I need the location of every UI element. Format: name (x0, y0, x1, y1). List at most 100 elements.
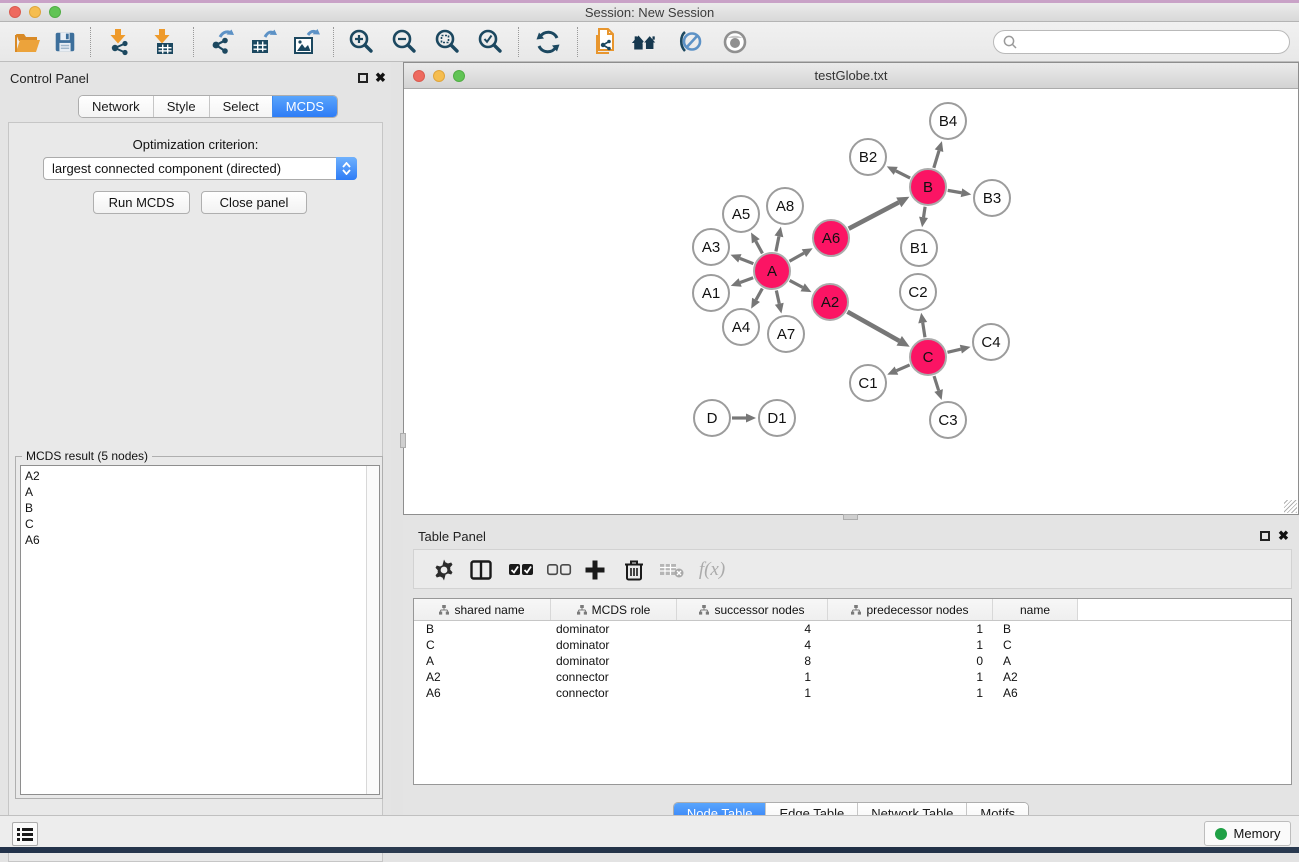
graph-edge[interactable] (924, 207, 926, 218)
table-cell[interactable]: A6 (993, 685, 1078, 701)
graph-node-B3[interactable]: B3 (973, 179, 1011, 217)
criterion-dropdown[interactable]: largest connected component (directed) (43, 157, 357, 180)
table-cell[interactable]: 1 (677, 685, 828, 701)
deselect-all-icon[interactable] (544, 555, 574, 585)
node-table[interactable]: shared nameMCDS rolesuccessor nodesprede… (413, 598, 1292, 785)
splitter-handle[interactable] (400, 433, 406, 448)
graph-edge[interactable] (948, 190, 962, 192)
zoom-selected-icon[interactable] (476, 27, 506, 57)
table-cell[interactable]: B (414, 621, 551, 637)
import-table-icon[interactable] (148, 27, 178, 57)
column-header-successor-nodes[interactable]: successor nodes (677, 599, 828, 620)
graph-edge[interactable] (934, 151, 939, 168)
graph-edge[interactable] (789, 253, 803, 261)
search-input[interactable] (1023, 32, 1289, 52)
table-cell[interactable]: 1 (677, 669, 828, 685)
graph-node-A5[interactable]: A5 (722, 195, 760, 233)
column-header-name[interactable]: name (993, 599, 1078, 620)
table-cell[interactable]: A2 (993, 669, 1078, 685)
tab-mcds[interactable]: MCDS (272, 96, 337, 117)
zoom-fit-icon[interactable] (433, 27, 463, 57)
table-cell[interactable]: 1 (828, 621, 993, 637)
tab-network[interactable]: Network (79, 96, 153, 117)
graph-node-B4[interactable]: B4 (929, 102, 967, 140)
graph-node-B[interactable]: B (909, 168, 947, 206)
graph-node-B1[interactable]: B1 (900, 229, 938, 267)
function-icon[interactable]: f(x) (692, 555, 732, 585)
graph-edge[interactable] (947, 349, 960, 352)
column-header-predecessor-nodes[interactable]: predecessor nodes (828, 599, 993, 620)
table-cell[interactable]: C (993, 637, 1078, 653)
table-cell[interactable]: 4 (677, 621, 828, 637)
result-list-item[interactable]: A (25, 484, 40, 500)
table-cell[interactable]: connector (551, 669, 677, 685)
delete-table-icon[interactable] (657, 555, 687, 585)
graph-edge[interactable] (790, 280, 803, 287)
task-history-button[interactable] (12, 822, 38, 846)
export-image-icon[interactable] (291, 27, 321, 57)
table-row[interactable]: Cdominator41C (414, 637, 1291, 653)
table-cell[interactable]: 1 (828, 669, 993, 685)
table-cell[interactable]: A2 (414, 669, 551, 685)
graph-node-A6[interactable]: A6 (812, 219, 850, 257)
gear-icon[interactable] (429, 555, 459, 585)
result-list-item[interactable]: B (25, 500, 40, 516)
save-session-icon[interactable] (50, 27, 80, 57)
graph-node-A8[interactable]: A8 (766, 187, 804, 225)
home-icon[interactable] (630, 27, 660, 57)
graph-node-A2[interactable]: A2 (811, 283, 849, 321)
graph-node-C4[interactable]: C4 (972, 323, 1010, 361)
close-panel-icon[interactable]: ✖ (1278, 528, 1289, 544)
zoom-in-icon[interactable] (347, 27, 377, 57)
result-list-item[interactable]: C (25, 516, 40, 532)
select-all-icon[interactable] (506, 555, 536, 585)
graph-node-A1[interactable]: A1 (692, 274, 730, 312)
tab-style[interactable]: Style (153, 96, 209, 117)
table-cell[interactable]: dominator (551, 653, 677, 669)
float-panel-icon[interactable] (358, 73, 368, 83)
close-panel-icon[interactable]: ✖ (375, 70, 386, 86)
table-row[interactable]: A6connector11A6 (414, 685, 1291, 701)
split-columns-icon[interactable] (466, 555, 496, 585)
add-icon[interactable] (580, 555, 610, 585)
refresh-icon[interactable] (533, 27, 563, 57)
export-table-icon[interactable] (248, 27, 278, 57)
graph-edge[interactable] (756, 288, 762, 299)
graph-node-C2[interactable]: C2 (899, 273, 937, 311)
table-cell[interactable]: A (993, 653, 1078, 669)
graph-edge[interactable] (776, 291, 779, 304)
close-panel-button[interactable]: Close panel (201, 191, 307, 214)
graph-edge[interactable] (740, 278, 753, 283)
graph-node-A7[interactable]: A7 (767, 315, 805, 353)
graph-node-C1[interactable]: C1 (849, 364, 887, 402)
result-list-scrollbar[interactable] (366, 466, 379, 794)
result-list-item[interactable]: A6 (25, 532, 40, 548)
graph-node-A[interactable]: A (753, 252, 791, 290)
table-cell[interactable]: 1 (828, 685, 993, 701)
graph-node-A4[interactable]: A4 (722, 308, 760, 346)
float-panel-icon[interactable] (1260, 531, 1270, 541)
table-cell[interactable]: 4 (677, 637, 828, 653)
zoom-out-icon[interactable] (390, 27, 420, 57)
table-row[interactable]: Adominator80A (414, 653, 1291, 669)
hide-details-icon[interactable] (675, 27, 705, 57)
table-row[interactable]: A2connector11A2 (414, 669, 1291, 685)
run-mcds-button[interactable]: Run MCDS (93, 191, 190, 214)
graph-node-A3[interactable]: A3 (692, 228, 730, 266)
column-header-MCDS-role[interactable]: MCDS role (551, 599, 677, 620)
search-field[interactable] (993, 30, 1290, 54)
delete-icon[interactable] (619, 555, 649, 585)
graph-edge[interactable] (923, 323, 925, 338)
network-window-titlebar[interactable]: testGlobe.txt (404, 63, 1298, 89)
result-list-item[interactable]: A2 (25, 468, 40, 484)
graph-edge[interactable] (740, 258, 754, 263)
graph-node-C3[interactable]: C3 (929, 401, 967, 439)
graph-edge[interactable] (847, 312, 899, 341)
table-cell[interactable]: 0 (828, 653, 993, 669)
graph-edge[interactable] (896, 171, 910, 178)
network-canvas[interactable]: B4B2BB3A8A5A6A3B1AA1C2A2A4A7C4CC1C3DD1 (404, 89, 1298, 514)
table-cell[interactable]: dominator (551, 637, 677, 653)
open-session-icon[interactable] (12, 27, 42, 57)
graph-node-D1[interactable]: D1 (758, 399, 796, 437)
graph-edge[interactable] (896, 365, 909, 371)
